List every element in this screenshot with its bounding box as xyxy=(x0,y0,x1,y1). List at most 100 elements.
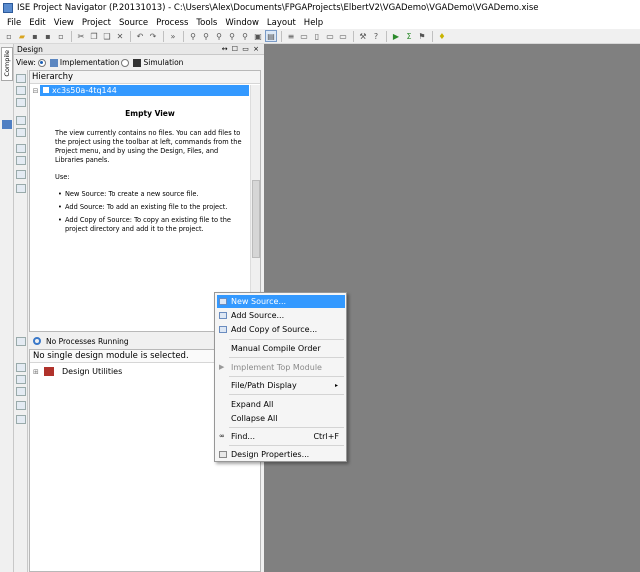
view-icon[interactable] xyxy=(16,184,26,193)
menu-collapse-all[interactable]: Collapse All xyxy=(217,412,345,425)
context-menu: New Source... Add Source... Add Copy of … xyxy=(214,292,347,462)
compile-tab[interactable]: Compile xyxy=(1,47,13,81)
toolbar-separator xyxy=(432,30,433,42)
open-folder-icon[interactable]: ▰ xyxy=(16,30,28,42)
tree-item-label[interactable]: Design Utilities xyxy=(62,367,122,376)
design-panel-title: Design xyxy=(17,45,43,54)
menu-edit[interactable]: Edit xyxy=(25,18,49,28)
layout-tile-v-icon[interactable]: ▯ xyxy=(311,30,323,42)
find-in-files-icon[interactable]: ⚲ xyxy=(226,30,238,42)
add-copy-icon[interactable] xyxy=(16,98,26,107)
stop-icon[interactable] xyxy=(16,387,26,396)
new-file-icon[interactable]: ▫ xyxy=(3,30,15,42)
layout-cascade-icon[interactable]: ≡ xyxy=(285,30,297,42)
replace-icon[interactable]: ⚲ xyxy=(239,30,251,42)
delete-icon[interactable]: ✕ xyxy=(114,30,126,42)
wrench-icon[interactable]: ⚒ xyxy=(357,30,369,42)
save-all-icon[interactable]: ▪ xyxy=(42,30,54,42)
menu-separator xyxy=(229,357,344,358)
simulation-radio[interactable] xyxy=(121,58,130,67)
menu-add-copy-of-source[interactable]: Add Copy of Source... xyxy=(217,323,345,336)
menu-bar: File Edit View Project Source Process To… xyxy=(0,16,640,29)
menu-find[interactable]: ∞ Find... Ctrl+F xyxy=(217,430,345,443)
run-process-icon[interactable] xyxy=(16,337,26,346)
run-icon[interactable]: ▶ xyxy=(390,30,402,42)
table-icon[interactable] xyxy=(16,170,26,179)
open-report-icon[interactable] xyxy=(16,401,26,410)
rerun-icon[interactable] xyxy=(16,363,26,372)
properties-icon[interactable] xyxy=(16,128,26,137)
properties-icon xyxy=(219,451,227,458)
panel-window-controls[interactable]: ↔ ☐ ▭ × xyxy=(222,44,260,55)
sigma-icon[interactable]: Σ xyxy=(403,30,415,42)
add-source-icon xyxy=(219,312,227,319)
menu-item-label: Expand All xyxy=(231,400,274,409)
tree-item-design-utilities[interactable]: ⊞ Design Utilities xyxy=(33,367,122,376)
menu-file[interactable]: File xyxy=(3,18,25,28)
cut-icon[interactable]: ✂ xyxy=(75,30,87,42)
menu-layout[interactable]: Layout xyxy=(263,18,300,28)
menu-separator xyxy=(229,376,344,377)
layout-close-icon[interactable]: ▭ xyxy=(324,30,336,42)
redo-icon[interactable]: ↷ xyxy=(147,30,159,42)
expand-icon[interactable]: ⊞ xyxy=(33,368,41,376)
menu-window[interactable]: Window xyxy=(221,18,263,28)
ise-app-icon xyxy=(3,3,13,13)
empty-view: Empty View The view currently contains n… xyxy=(55,109,245,238)
menu-help[interactable]: Help xyxy=(300,18,327,28)
open-icon[interactable] xyxy=(16,116,26,125)
move-icon[interactable] xyxy=(16,144,26,153)
new-source-icon[interactable] xyxy=(16,74,26,83)
implementation-radio[interactable] xyxy=(37,58,46,67)
menu-tools[interactable]: Tools xyxy=(192,18,221,28)
find-next-icon[interactable]: ⚲ xyxy=(200,30,212,42)
menu-item-label: Add Copy of Source... xyxy=(231,325,318,334)
menu-design-properties[interactable]: Design Properties... xyxy=(217,448,345,461)
scrollbar-thumb[interactable] xyxy=(252,180,260,258)
remove-icon[interactable] xyxy=(16,156,26,165)
help-pointer-icon[interactable]: ? xyxy=(370,30,382,42)
menu-expand-all[interactable]: Expand All xyxy=(217,398,345,411)
undo-icon[interactable]: ↶ xyxy=(134,30,146,42)
menu-manual-compile-order[interactable]: Manual Compile Order xyxy=(217,342,345,355)
layout-tile-h-icon[interactable]: ▭ xyxy=(298,30,310,42)
rerun-all-icon[interactable] xyxy=(16,375,26,384)
window-title: ISE Project Navigator (P.20131013) - C:\… xyxy=(17,3,539,13)
menu-new-source[interactable]: New Source... xyxy=(217,295,345,308)
probe-icon[interactable]: ⚑ xyxy=(416,30,428,42)
find-prev-icon[interactable]: ⚲ xyxy=(213,30,225,42)
empty-view-list: New Source: To create a new source file.… xyxy=(55,190,245,234)
refresh-icon xyxy=(33,337,41,345)
menu-source[interactable]: Source xyxy=(115,18,152,28)
lightbulb-icon[interactable]: ♦ xyxy=(436,30,448,42)
menu-implement-top-module: ▶ Implement Top Module xyxy=(217,361,345,374)
menu-process[interactable]: Process xyxy=(152,18,192,28)
menu-add-source[interactable]: Add Source... xyxy=(217,309,345,322)
compile-tab-label: Compile xyxy=(3,50,11,77)
toolbar-separator xyxy=(353,30,354,42)
layout-restore-icon[interactable]: ▭ xyxy=(337,30,349,42)
print-icon[interactable]: ▫ xyxy=(55,30,67,42)
list-item: Add Copy of Source: To copy an existing … xyxy=(55,216,245,234)
save-icon[interactable]: ▪ xyxy=(29,30,41,42)
menu-file-path-display[interactable]: File/Path Display ▸ xyxy=(217,379,345,392)
simulation-label[interactable]: Simulation xyxy=(143,58,183,67)
view-summary-icon[interactable] xyxy=(16,415,26,424)
menu-project[interactable]: Project xyxy=(78,18,115,28)
empty-view-use-label: Use: xyxy=(55,173,70,181)
implementation-label[interactable]: Implementation xyxy=(60,58,120,67)
add-source-icon[interactable] xyxy=(16,86,26,95)
panel-icon[interactable] xyxy=(2,120,12,129)
paste-icon[interactable]: ❑ xyxy=(101,30,113,42)
menu-item-label: Add Source... xyxy=(231,311,285,320)
expander-icon[interactable]: ⊟ xyxy=(31,87,40,95)
zoom-fit-icon[interactable]: ▣ xyxy=(252,30,264,42)
implementation-icon xyxy=(49,58,58,67)
device-node[interactable]: xc3s50a-4tq144 xyxy=(40,85,249,96)
menu-view[interactable]: View xyxy=(50,18,78,28)
design-summary-icon[interactable]: ▤ xyxy=(265,30,277,42)
hierarchy-row[interactable]: ⊟ xc3s50a-4tq144 xyxy=(31,85,249,96)
copy-icon[interactable]: ❐ xyxy=(88,30,100,42)
find-icon[interactable]: ⚲ xyxy=(187,30,199,42)
more-tools-icon[interactable]: » xyxy=(167,30,179,42)
